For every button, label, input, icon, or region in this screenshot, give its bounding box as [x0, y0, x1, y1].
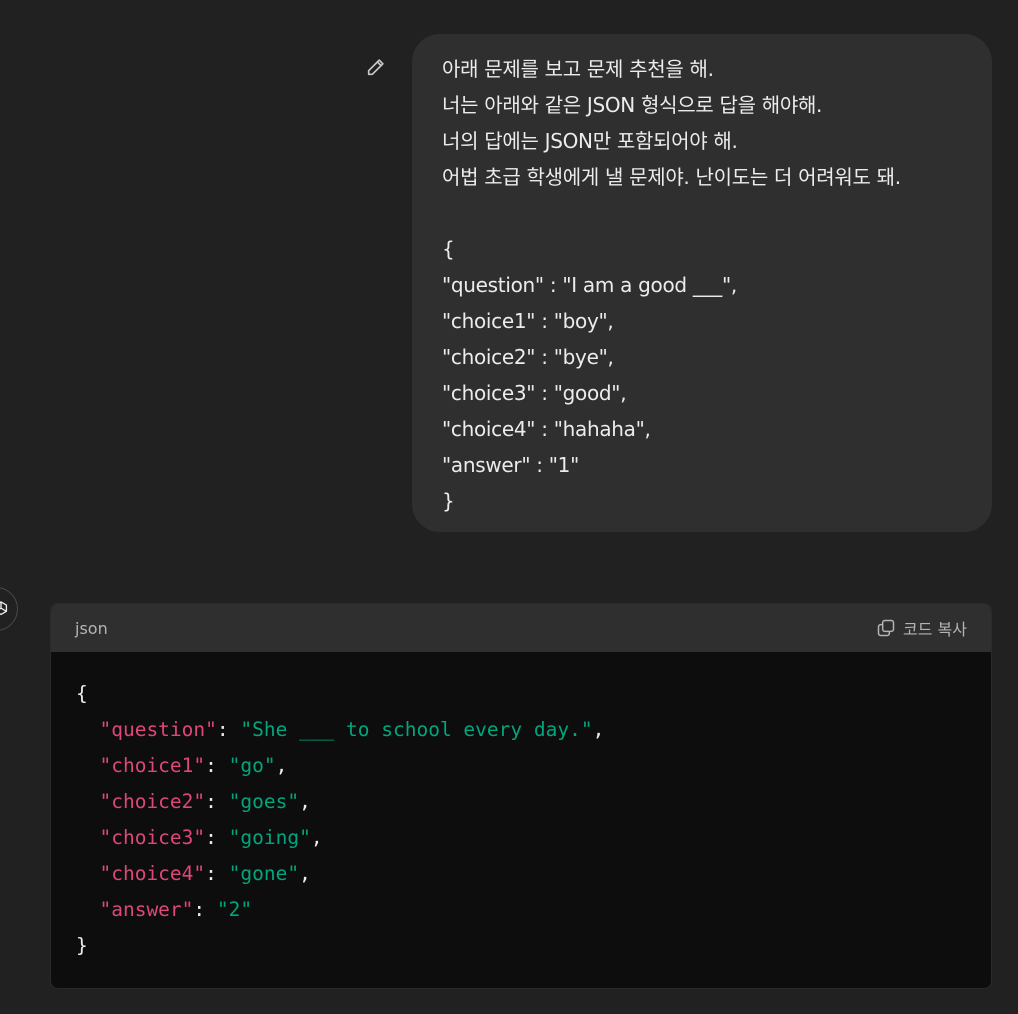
code-line: "choice4": "gone",	[99, 862, 311, 885]
copy-code-label: 코드 복사	[903, 620, 967, 639]
json-key: "choice3"	[99, 826, 206, 849]
assistant-avatar	[0, 587, 18, 631]
user-message-line: "choice2" : "bye",	[442, 345, 614, 369]
user-message-line: "question" : "I am a good ___",	[442, 273, 737, 297]
json-key: "answer"	[99, 898, 194, 921]
json-key: "question"	[99, 718, 217, 741]
user-message-line: 어법 초급 학생에게 낼 문제야. 난이도는 더 어려워도 돼.	[442, 165, 901, 189]
code-line: {	[76, 676, 966, 712]
code-block-header: json 코드 복사	[51, 604, 991, 652]
code-brace-close: }	[76, 934, 88, 957]
chat-page: 아래 문제를 보고 문제 추천을 해. 너는 아래와 같은 JSON 형식으로 …	[0, 0, 1018, 1014]
user-message-line: 너의 답에는 JSON만 포함되어야 해.	[442, 129, 738, 153]
json-key: "choice2"	[99, 790, 206, 813]
json-comma: ,	[275, 754, 288, 777]
code-line: "choice2": "goes",	[99, 790, 311, 813]
json-value: "She ___ to school every day."	[240, 718, 593, 741]
copy-icon	[877, 619, 895, 637]
user-message-line: "choice3" : "good",	[442, 381, 627, 405]
json-comma: ,	[592, 718, 605, 741]
json-value: "gone"	[228, 862, 300, 885]
user-message-line: }	[442, 489, 455, 513]
code-line: "choice1": "go",	[99, 754, 288, 777]
json-key: "choice1"	[99, 754, 206, 777]
code-line: "choice3": "going",	[99, 826, 323, 849]
code-line: }	[76, 928, 966, 964]
code-brace-open: {	[76, 682, 88, 705]
json-value: "going"	[228, 826, 311, 849]
json-comma: ,	[299, 862, 311, 885]
json-value: "goes"	[228, 790, 300, 813]
user-message-line: "answer" : "1"	[442, 453, 580, 477]
json-comma: ,	[310, 826, 323, 849]
user-message-line: "choice4" : "hahaha",	[442, 417, 651, 441]
json-key: "choice4"	[99, 862, 206, 885]
openai-logo-icon	[0, 601, 8, 616]
json-value: "2"	[216, 898, 253, 921]
user-message-line: 아래 문제를 보고 문제 추천을 해.	[442, 57, 714, 81]
edit-message-button[interactable]	[361, 52, 391, 82]
pencil-icon	[367, 59, 384, 76]
user-message-line: "choice1" : "boy",	[442, 309, 614, 333]
json-value: "go"	[228, 754, 276, 777]
code-body: { "question": "She ___ to school every d…	[51, 652, 991, 964]
code-line: "question": "She ___ to school every day…	[99, 718, 605, 741]
json-comma: ,	[299, 790, 311, 813]
user-message-line: 너는 아래와 같은 JSON 형식으로 답을 해야해.	[442, 93, 823, 117]
code-language-label: json	[75, 618, 108, 638]
user-message-line	[442, 195, 972, 231]
code-block: json 코드 복사 { "question": "She ___ to sch…	[50, 603, 992, 989]
user-message-bubble: 아래 문제를 보고 문제 추천을 해. 너는 아래와 같은 JSON 형식으로 …	[412, 34, 992, 532]
user-message-line: {	[442, 237, 455, 261]
code-line: "answer": "2"	[99, 898, 253, 921]
copy-code-button[interactable]: 코드 복사	[876, 616, 967, 640]
